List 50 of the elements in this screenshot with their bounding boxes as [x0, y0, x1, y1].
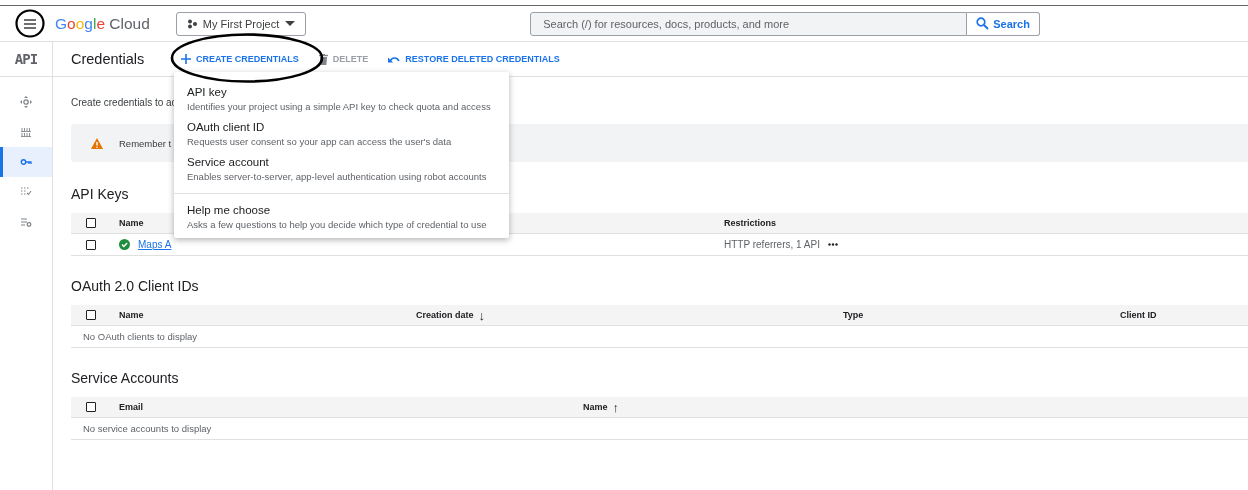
menu-item[interactable]: OAuth client ID Requests user consent so your app can access the user's data [174, 116, 509, 151]
project-picker[interactable]: My First Project [175, 11, 307, 36]
checkbox[interactable] [86, 310, 96, 320]
column-header[interactable]: Client ID [1120, 310, 1157, 320]
menu-item[interactable]: Help me choose Asks a few questions to help you decide which type of credential to use [174, 193, 509, 234]
empty-message: No service accounts to display [71, 418, 1248, 440]
more-icon[interactable] [827, 243, 838, 246]
section-title: API Keys [71, 185, 130, 204]
key-link[interactable]: Maps A [138, 239, 172, 250]
section-title: Service Accounts [71, 369, 180, 388]
empty-message: No OAuth clients to display [71, 326, 1248, 348]
move-icon [20, 96, 32, 108]
menu-icon [23, 17, 37, 30]
key-icon [20, 156, 32, 168]
restrictions-text: HTTP referrers, 1 API [724, 239, 820, 250]
checklist-icon [20, 186, 32, 198]
check-circle-icon [119, 239, 130, 250]
menu-item[interactable]: Service account Enables server-to-server, app-level authentication using robot accounts [174, 151, 509, 186]
column-header[interactable]: Name [583, 402, 608, 412]
nodes-icon [186, 18, 197, 29]
undo-icon [388, 54, 401, 64]
menu-item[interactable]: API key Identifies your project using a simple API key to check quota and access [174, 81, 509, 116]
caret-icon [285, 20, 296, 27]
column-header[interactable]: Creation date [416, 310, 474, 320]
banner-text: Remember t [119, 137, 172, 149]
section-title: OAuth 2.0 Client IDs [71, 277, 200, 296]
nav-button[interactable] [0, 147, 52, 177]
api-label: API [0, 42, 52, 77]
column-header[interactable]: Name [119, 218, 144, 228]
warning-icon [91, 137, 103, 149]
page-title: Credentials [71, 51, 146, 67]
search-field[interactable]: Search (/) for resources, docs, products, and more [530, 11, 968, 36]
annotation-circle [15, 9, 45, 38]
logo[interactable]: Google Cloud [55, 14, 150, 33]
search-icon [976, 17, 990, 30]
column-header[interactable]: Restrictions [724, 218, 776, 228]
sort-arrow[interactable]: ↓ [478, 307, 485, 323]
trash-icon [318, 53, 328, 65]
column-header[interactable]: Type [843, 310, 864, 320]
sort-arrow[interactable]: ↑ [612, 399, 619, 415]
list-settings-icon [20, 216, 32, 228]
restore-button[interactable]: RESTORE DELETED CREDENTIALS [382, 50, 566, 68]
column-header[interactable]: Email [119, 402, 143, 412]
plus-icon [181, 54, 191, 64]
search-button[interactable]: Search [967, 11, 1040, 36]
grid-icon [20, 126, 32, 138]
checkbox[interactable] [86, 239, 96, 250]
checkbox[interactable] [86, 402, 96, 412]
checkbox[interactable] [86, 218, 96, 228]
column-header[interactable]: Name [119, 310, 144, 320]
